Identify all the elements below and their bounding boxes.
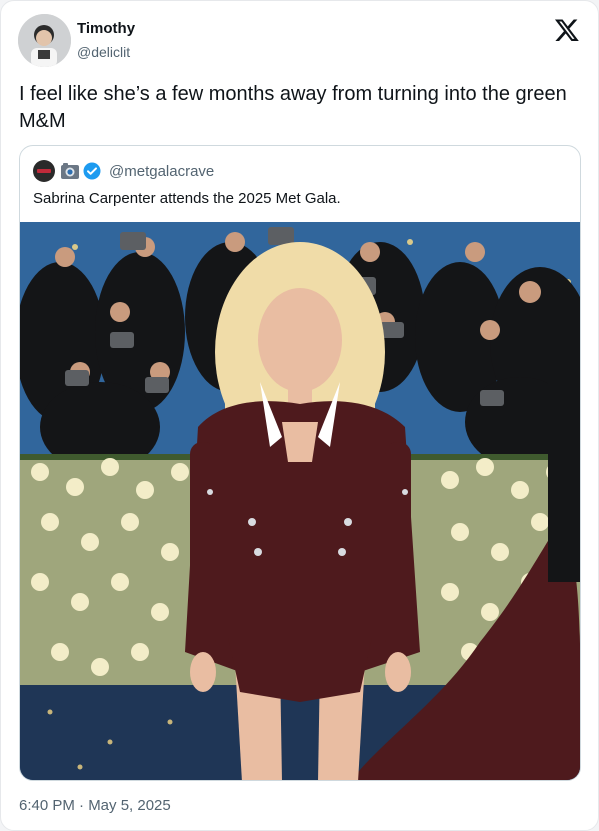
verified-badge-icon	[83, 162, 101, 180]
author-display-name[interactable]: Timothy	[77, 20, 135, 37]
quoted-tweet[interactable]: @metgalacrave Sabrina Carpenter attends …	[19, 145, 581, 781]
quoted-tweet-text: Sabrina Carpenter attends the 2025 Met G…	[33, 190, 341, 207]
tweet-card: Timothy @deliclit I feel like she’s a fe…	[0, 0, 599, 831]
author-avatar[interactable]	[18, 14, 71, 67]
quoted-tweet-header: @metgalacrave	[33, 160, 214, 182]
met-gala-photo[interactable]	[20, 222, 581, 781]
tweet-timestamp[interactable]: 6:40 PM · May 5, 2025	[19, 797, 171, 814]
x-logo-icon[interactable]	[554, 17, 580, 43]
author-handle[interactable]: @deliclit	[77, 44, 130, 60]
tweet-text: I feel like she’s a few months away from…	[19, 83, 567, 132]
camera-icon	[61, 163, 79, 179]
quoted-author-handle[interactable]: @metgalacrave	[109, 163, 214, 180]
quoted-author-avatar[interactable]	[33, 160, 55, 182]
